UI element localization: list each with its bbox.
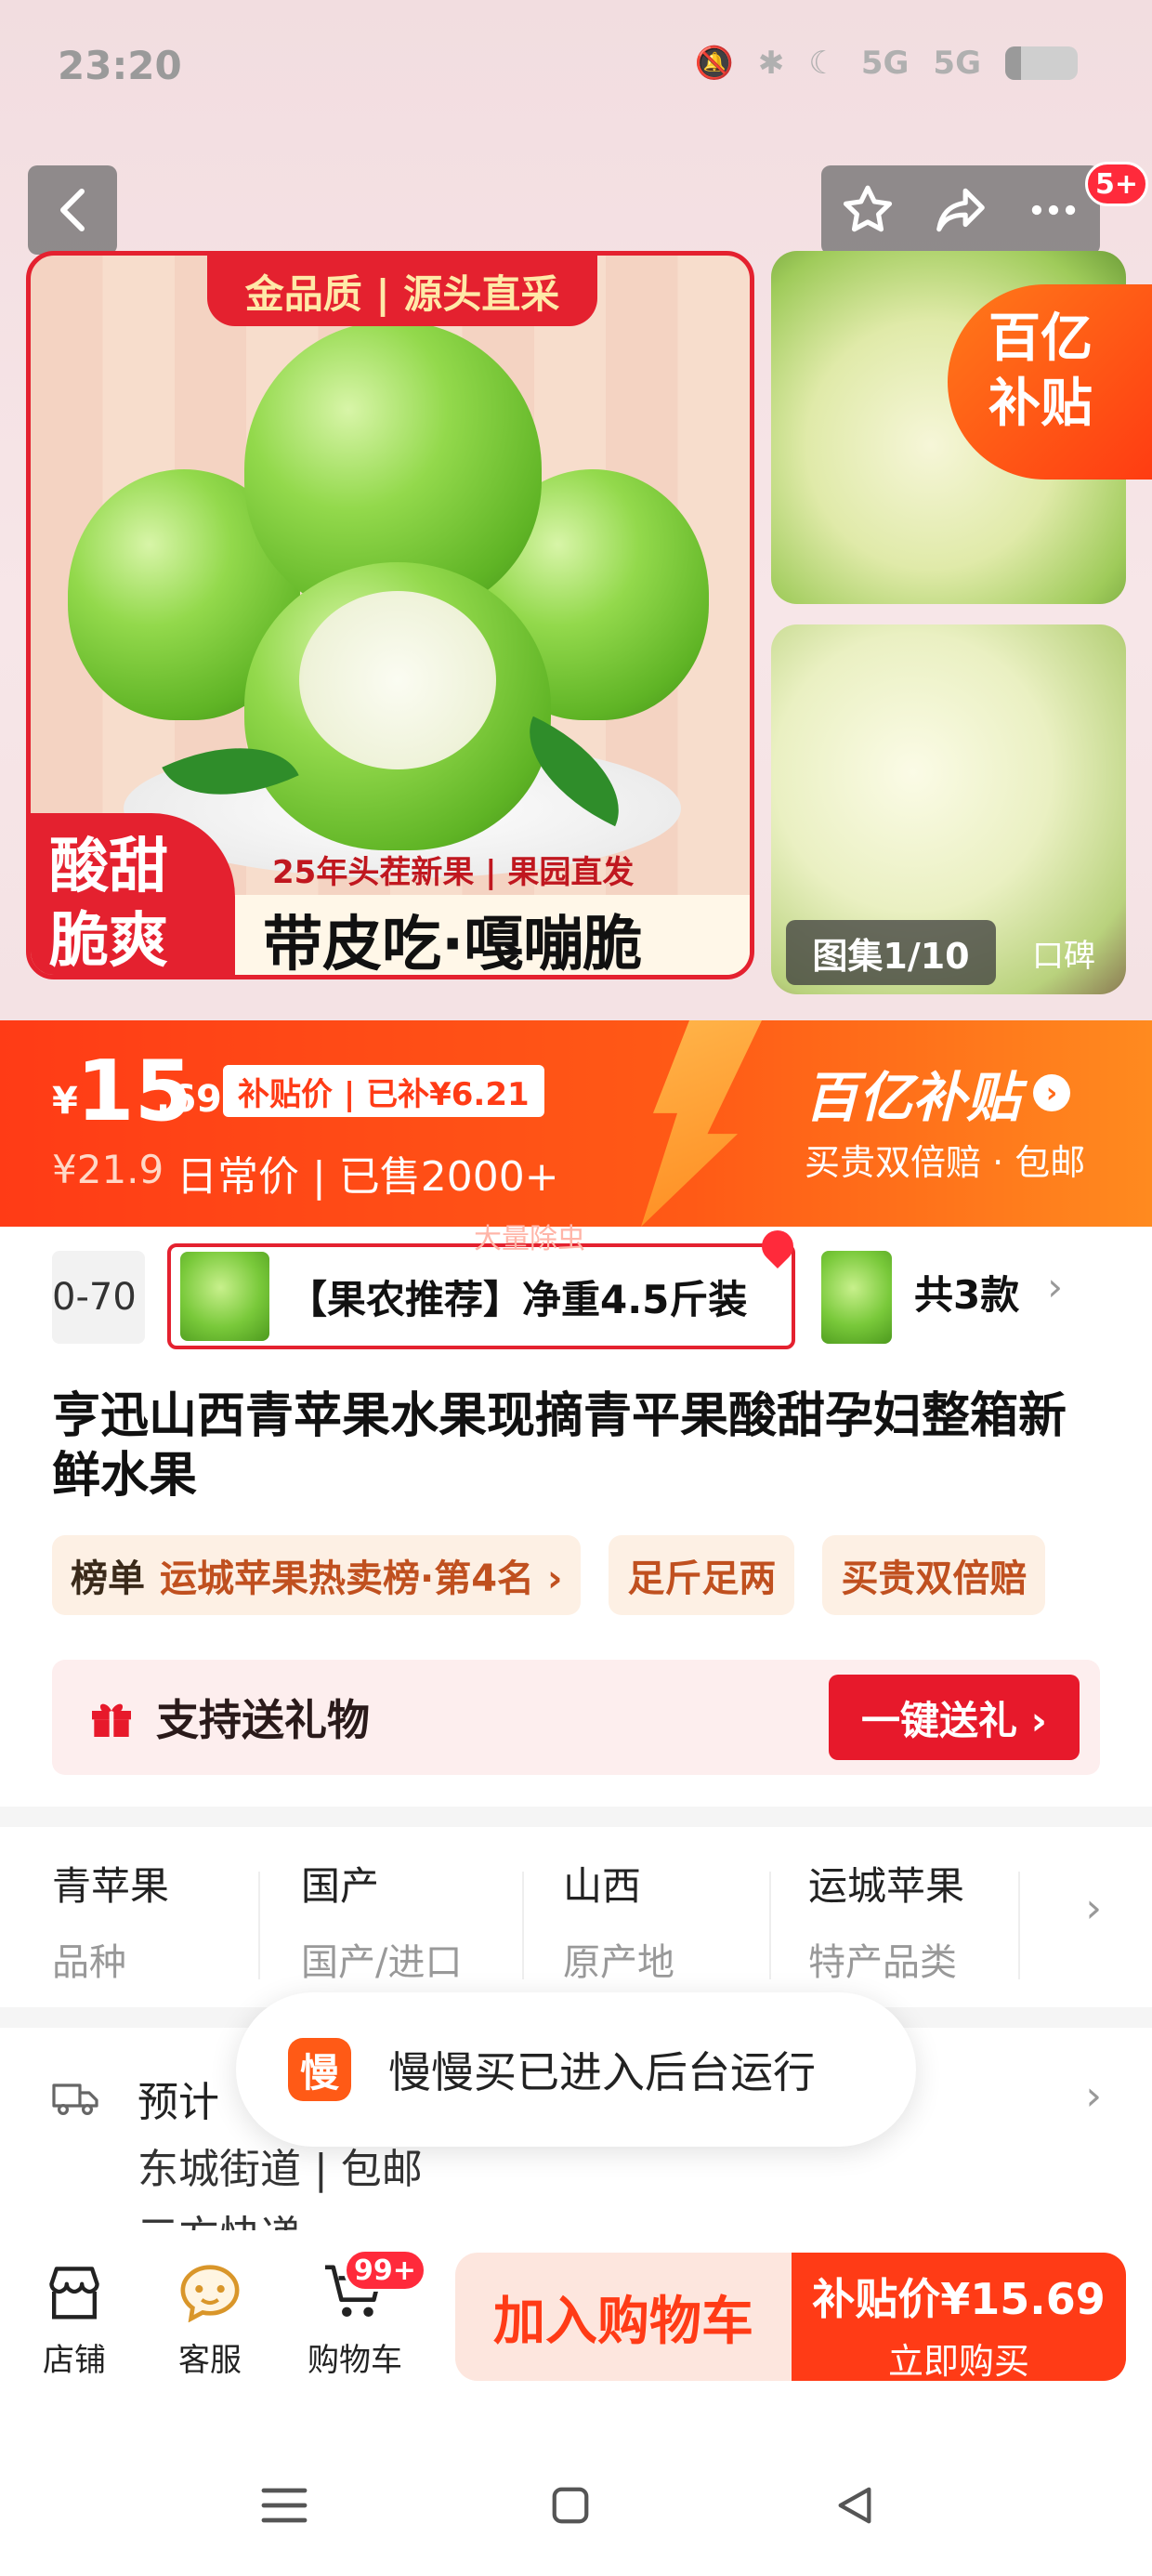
battery-icon bbox=[1005, 46, 1078, 80]
home-square-icon bbox=[552, 2487, 589, 2524]
price-guarantee-tag[interactable]: 买贵双倍赔 bbox=[822, 1535, 1046, 1615]
system-navigation-bar bbox=[0, 2425, 1152, 2576]
divider bbox=[522, 1872, 524, 1979]
customer-service-button[interactable]: 客服 bbox=[154, 2258, 266, 2380]
chevron-left-icon bbox=[60, 189, 85, 231]
gallery-area: 23:20 🔕 ✱ ☾ 5G 5G 5+ 金品质 | 源头直采 酸甜 脆爽 25… bbox=[0, 0, 1152, 1022]
message-badge: 5+ bbox=[1085, 162, 1149, 206]
slogan: 带皮吃·嘎嘣脆 bbox=[235, 895, 750, 975]
status-bar: 23:20 🔕 ✱ ☾ 5G 5G bbox=[0, 0, 1152, 139]
menu-button[interactable] bbox=[247, 2468, 321, 2543]
gallery-counter-button[interactable]: 图集1/10 bbox=[786, 920, 996, 985]
header-actions bbox=[821, 165, 1100, 255]
divider bbox=[258, 1872, 260, 1979]
moon-icon: ☾ bbox=[808, 45, 837, 82]
mute-icon: 🔕 bbox=[694, 45, 734, 82]
buy-now-button[interactable]: 补贴价¥15.69 立即购买 bbox=[792, 2253, 1126, 2382]
star-icon[interactable] bbox=[839, 181, 897, 239]
product-title: 亨迅山西青苹果水果现摘青平果酸甜孕妇整箱新鲜水果 bbox=[52, 1388, 1067, 1504]
subsidy-price-tag: 补贴价 | 已补¥6.21 bbox=[223, 1065, 544, 1117]
taste-badge: 酸甜 脆爽 bbox=[31, 813, 235, 975]
main-product-image[interactable]: 金品质 | 源头直采 酸甜 脆爽 25年头茬新果 | 果园直发 带皮吃·嘎嘣脆 bbox=[26, 251, 754, 979]
more-icon[interactable] bbox=[1025, 181, 1082, 239]
original-price: ¥21.9 bbox=[52, 1147, 164, 1192]
chevron-right-icon: › bbox=[1047, 1264, 1064, 1309]
status-time: 23:20 bbox=[58, 43, 182, 88]
attribute-row[interactable]: 青苹果 品种 国产 国产/进口 山西 原产地 运城苹果 特产品类 › bbox=[0, 1827, 1152, 1985]
ranking-tag[interactable]: 榜单 运城苹果热卖榜·第4名 › bbox=[52, 1535, 582, 1615]
tag-row: 榜单 运城苹果热卖榜·第4名 › 足斤足两 买贵双倍赔 bbox=[52, 1535, 1046, 1615]
truck-icon bbox=[52, 2083, 98, 2116]
full-weight-tag[interactable]: 足斤足两 bbox=[609, 1535, 795, 1615]
review-tab[interactable]: 口碑 bbox=[1005, 920, 1122, 985]
price-banner: ¥ 15 .69 补贴价 | 已补¥6.21 ¥21.9 日常价 | 已售200… bbox=[0, 1020, 1152, 1227]
shop-button[interactable]: 店铺 bbox=[19, 2258, 130, 2380]
sku-thumbnail bbox=[180, 1252, 269, 1341]
sku-option-selected[interactable]: 【果农推荐】净重4.5斤装 bbox=[167, 1243, 795, 1349]
attribute-origin-type: 国产 国产/进口 bbox=[301, 1863, 463, 1984]
divider bbox=[769, 1872, 771, 1979]
sku-option-prev[interactable]: 0-70 bbox=[52, 1251, 145, 1344]
send-gift-button[interactable]: 一键送礼 › bbox=[829, 1675, 1080, 1760]
watermark-text: 大量除虫 bbox=[474, 1223, 585, 1255]
subsidy-perks: 买贵双倍赔 · 包邮 bbox=[805, 1142, 1086, 1183]
gift-icon bbox=[92, 1703, 131, 1737]
freshness-subline: 25年头茬新果 | 果园直发 bbox=[272, 854, 635, 891]
app-icon: 慢 bbox=[288, 2038, 351, 2101]
apple-bitten-graphic bbox=[244, 562, 551, 850]
chevron-right-icon: › bbox=[1085, 2072, 1102, 2120]
chevron-right-icon: › bbox=[1085, 1885, 1102, 1932]
quality-banner: 金品质 | 源头直采 bbox=[207, 256, 597, 326]
delivery-estimate: 预计 bbox=[137, 2079, 219, 2126]
sku-option-next[interactable] bbox=[821, 1251, 892, 1344]
share-icon[interactable] bbox=[932, 181, 989, 239]
signal-5g-icon-2: 5G bbox=[933, 45, 981, 82]
back-button[interactable] bbox=[28, 165, 117, 255]
sku-label: 【果农推荐】净重4.5斤装 bbox=[288, 1276, 748, 1322]
price-decimal: .69 bbox=[156, 1078, 222, 1121]
chat-bubble-icon bbox=[180, 2265, 240, 2322]
menu-icon bbox=[261, 2488, 308, 2523]
sold-count: 日常价 | 已售2000+ bbox=[177, 1153, 559, 1201]
subsidy-link[interactable]: 百亿补贴 › bbox=[805, 1054, 1071, 1132]
attribute-origin: 山西 原产地 bbox=[563, 1863, 674, 1984]
signal-5g-icon: 5G bbox=[860, 45, 910, 82]
attribute-variety: 青苹果 品种 bbox=[52, 1863, 170, 1984]
status-icons: 🔕 ✱ ☾ 5G 5G bbox=[695, 45, 1078, 82]
sku-more-button[interactable]: 共3款 › bbox=[914, 1264, 1063, 1321]
home-button[interactable] bbox=[533, 2468, 608, 2543]
shop-icon bbox=[49, 2267, 99, 2320]
background-toast: 慢 慢慢买已进入后台运行 bbox=[236, 1992, 916, 2147]
lightning-graphic bbox=[641, 1020, 762, 1227]
back-nav-button[interactable] bbox=[818, 2468, 892, 2543]
divider bbox=[0, 1807, 1152, 1827]
back-triangle-icon bbox=[838, 2487, 871, 2524]
attribute-category: 运城苹果 特产品类 bbox=[808, 1863, 965, 1984]
subsidy-corner-badge: 百亿 补贴 bbox=[948, 284, 1152, 480]
bottom-action-bar: 店铺 客服 购物车 99+ 加入购物车 补贴价¥15.69 立即购买 bbox=[0, 2230, 1152, 2425]
add-to-cart-button[interactable]: 加入购物车 bbox=[455, 2253, 792, 2381]
cart-count-badge: 99+ bbox=[344, 2249, 426, 2292]
chevron-right-icon: › bbox=[1033, 1074, 1071, 1111]
toast-message: 慢慢买已进入后台运行 bbox=[388, 2047, 816, 2097]
gift-label: 支持送礼物 bbox=[156, 1695, 370, 1745]
divider bbox=[1018, 1872, 1020, 1979]
bluetooth-icon: ✱ bbox=[757, 45, 785, 82]
gift-section: 支持送礼物 一键送礼 › bbox=[52, 1660, 1100, 1775]
currency-symbol: ¥ bbox=[52, 1080, 78, 1123]
